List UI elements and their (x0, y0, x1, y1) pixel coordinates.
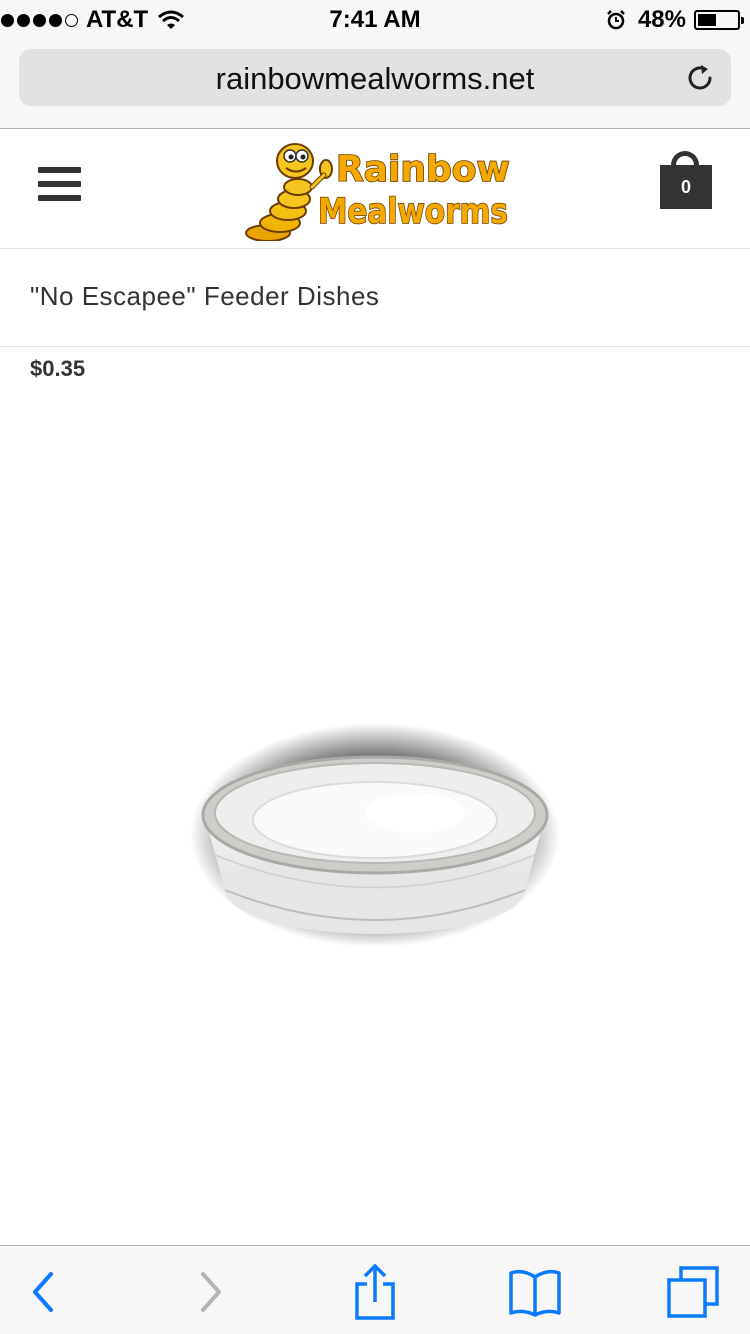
tabs-icon (667, 1266, 719, 1318)
feeder-dish-image (190, 723, 560, 947)
alarm-icon (607, 10, 625, 30)
product-title: "No Escapee" Feeder Dishes (30, 281, 380, 311)
browser-toolbar (0, 1245, 750, 1334)
battery-percentage: 48% (637, 6, 686, 33)
bookmarks-button[interactable] (505, 1264, 565, 1320)
cart-button[interactable]: 0 (657, 151, 713, 209)
svg-text:Mealworms: Mealworms (318, 192, 508, 232)
cart-count-badge[interactable]: 0 (660, 165, 712, 209)
battery-icon (694, 10, 744, 30)
rainbow-mealworms-logo[interactable]: Rainbow Mealworms (240, 137, 515, 241)
back-icon (33, 1272, 53, 1312)
svg-text:Rainbow: Rainbow (336, 149, 510, 190)
forward-icon (201, 1272, 221, 1312)
reload-icon[interactable] (685, 62, 717, 94)
browser-address-area: rainbowmealworms.net (0, 40, 750, 129)
site-header: Rainbow Mealworms 0 (0, 129, 750, 249)
cart-count: 0 (680, 176, 691, 197)
divider (0, 346, 750, 347)
share-icon (355, 1264, 395, 1320)
hamburger-menu-icon[interactable] (38, 167, 81, 205)
status-bar: AT&T 7:41 AM 48% (0, 0, 750, 40)
status-right: 48% (606, 6, 744, 33)
product-price: $0.35 (30, 356, 86, 381)
back-button[interactable] (13, 1264, 73, 1320)
address-bar[interactable]: rainbowmealworms.net (19, 49, 731, 106)
share-button[interactable] (345, 1264, 405, 1320)
tabs-button[interactable] (663, 1264, 723, 1320)
bookmarks-icon (509, 1269, 561, 1317)
forward-button[interactable] (181, 1264, 241, 1320)
url-text[interactable]: rainbowmealworms.net (19, 61, 731, 97)
battery-level (698, 14, 717, 26)
